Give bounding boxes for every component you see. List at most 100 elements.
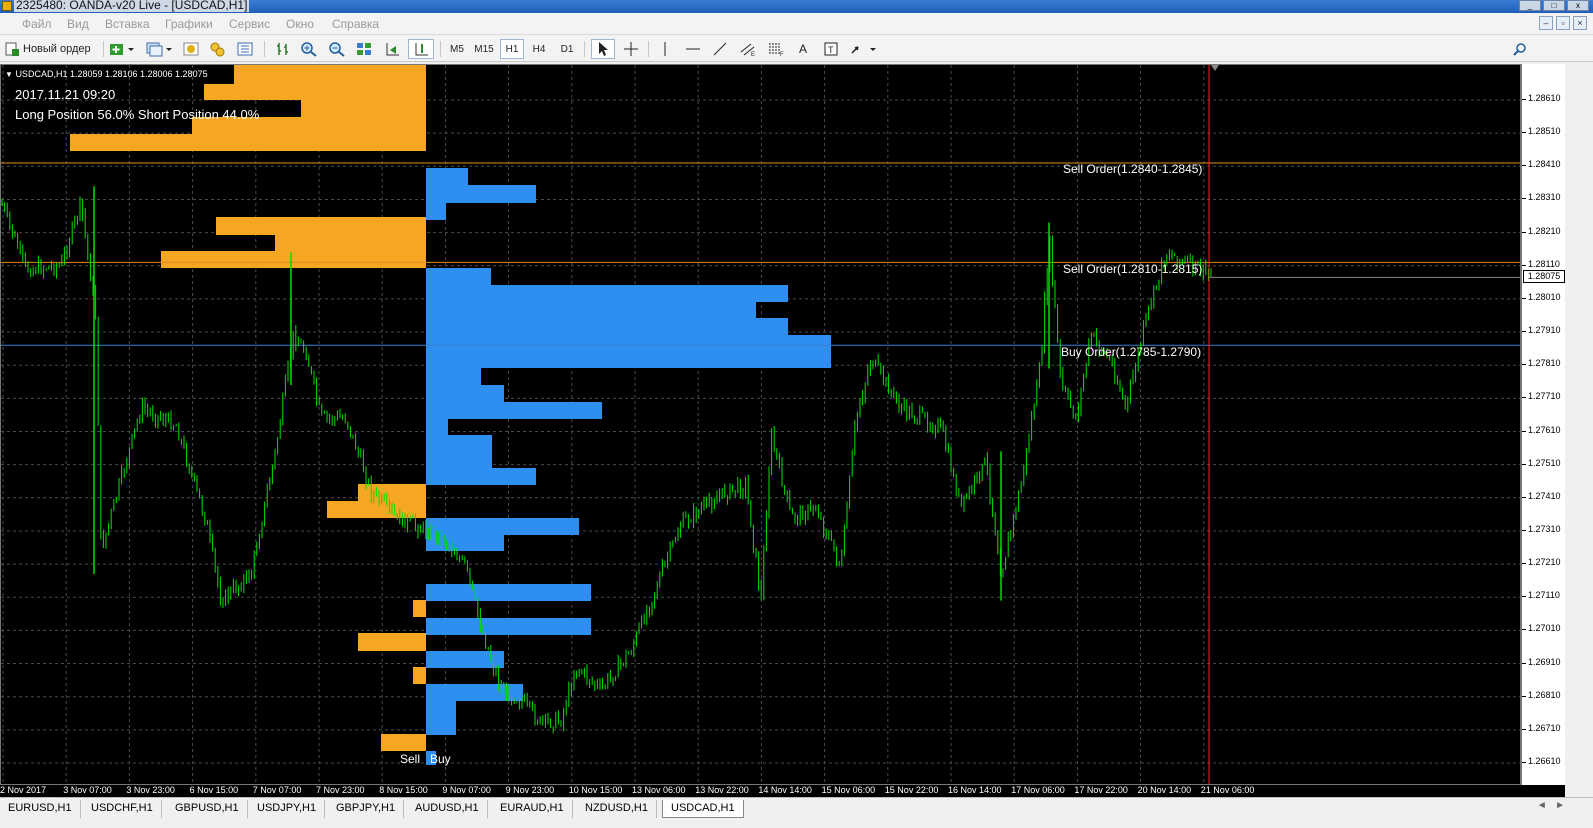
price-tick: [1522, 231, 1526, 233]
tab-usdchf[interactable]: USDCHF,H1: [83, 800, 162, 818]
menu-insert[interactable]: Вставка: [105, 17, 150, 31]
scroll-right-icon[interactable]: ►: [1555, 800, 1565, 811]
chart-shift-icon: [415, 43, 428, 56]
tf-d1-button[interactable]: D1: [556, 39, 578, 59]
minimize-button[interactable]: _: [1519, 0, 1541, 11]
navigator-icon: [210, 42, 225, 57]
time-label: 9 Nov 23:00: [505, 785, 555, 795]
mdi-restore-button[interactable]: ▫: [1556, 16, 1570, 30]
vertical-line-icon: [664, 42, 666, 56]
price-tick: [1522, 198, 1526, 200]
time-label: 7 Nov 07:00: [252, 785, 302, 795]
tab-nzdusd[interactable]: NZDUSD,H1: [577, 800, 657, 818]
menu-tools[interactable]: Сервис: [229, 17, 270, 31]
market-watch-button[interactable]: [180, 39, 202, 59]
tab-scroll-arrows[interactable]: ◄ ►: [1537, 800, 1565, 811]
cursor-tool-button[interactable]: [591, 39, 615, 59]
buy-volume-bar: [426, 368, 481, 385]
vertical-line-button[interactable]: [654, 39, 676, 59]
time-label: 13 Nov 06:00: [632, 785, 686, 795]
profiles-button[interactable]: [144, 39, 174, 59]
sell-volume-bar: [327, 501, 426, 518]
tf-m15-button[interactable]: M15: [472, 39, 496, 59]
buy-volume-bar: [426, 168, 468, 185]
mdi-close-button[interactable]: ×: [1573, 16, 1587, 30]
price-tick: [1522, 662, 1526, 664]
horizontal-line-button[interactable]: [682, 39, 704, 59]
fibonacci-button[interactable]: F: [764, 39, 788, 59]
buy-volume-bar: [426, 535, 504, 551]
new-order-button[interactable]: Новый ордер: [4, 39, 100, 59]
chart-ohlc-header: ▼ USDCAD,H1 1.28059 1.28106 1.28006 1.28…: [5, 69, 208, 79]
menu-file[interactable]: Файл: [22, 17, 52, 31]
time-label: 13 Nov 22:00: [695, 785, 749, 795]
scroll-left-icon[interactable]: ◄: [1537, 800, 1547, 811]
equidistant-channel-button[interactable]: E: [736, 39, 760, 59]
time-label: 17 Nov 06:00: [1011, 785, 1065, 795]
price-scale[interactable]: 1.28610 1.28510 1.28410 1.28310 1.28210 1.281…: [1521, 64, 1565, 785]
buy-volume-bar: [426, 618, 591, 635]
buy-side-label: Buy: [430, 752, 451, 766]
price-label: 1.27310: [1528, 523, 1561, 534]
price-tick: [1522, 364, 1526, 366]
terminal-button[interactable]: [234, 39, 256, 59]
time-label: 6 Nov 15:00: [189, 785, 239, 795]
search-button[interactable]: [1510, 39, 1530, 59]
tab-audusd[interactable]: AUDUSD,H1: [407, 800, 488, 818]
buy-volume-bar: [426, 268, 491, 285]
tf-h4-button[interactable]: H4: [528, 39, 550, 59]
price-tick: [1522, 99, 1526, 100]
tab-usdjpy[interactable]: USDJPY,H1: [249, 800, 326, 818]
time-scale[interactable]: 2 Nov 2017 3 Nov 07:00 3 Nov 23:00 6 Nov 15…: [0, 785, 1565, 797]
price-tick: [1522, 132, 1526, 134]
close-button[interactable]: x: [1567, 0, 1589, 11]
autoscroll-button[interactable]: [381, 39, 403, 59]
menu-help[interactable]: Справка: [332, 17, 379, 31]
tab-gbpusd[interactable]: GBPUSD,H1: [167, 800, 248, 818]
time-label: 3 Nov 07:00: [63, 785, 112, 795]
price-tick: [1522, 728, 1526, 730]
tf-m5-button[interactable]: M5: [446, 39, 468, 59]
maximize-button[interactable]: □: [1543, 0, 1565, 11]
sell-volume-bar: [216, 217, 426, 235]
menu-window[interactable]: Окно: [286, 17, 314, 31]
tab-usdcad[interactable]: USDCAD,H1: [662, 800, 744, 818]
crosshair-tool-button[interactable]: [620, 39, 642, 59]
price-tick: [1522, 563, 1526, 565]
mdi-minimize-button[interactable]: –: [1539, 16, 1553, 30]
text-label-button[interactable]: T: [820, 39, 842, 59]
navigator-button[interactable]: [206, 39, 228, 59]
buy-volume-bar: [426, 285, 788, 302]
new-chart-button[interactable]: [108, 39, 136, 59]
app-icon: [2, 1, 12, 11]
tab-eurusd[interactable]: EURUSD,H1: [0, 800, 81, 818]
tf-h1-button[interactable]: H1: [500, 39, 524, 59]
zoom-in-button[interactable]: [298, 39, 320, 59]
chart-collapse-icon[interactable]: ▼: [5, 70, 13, 79]
zoom-out-button[interactable]: [326, 39, 348, 59]
price-tick: [1522, 695, 1526, 697]
menu-charts[interactable]: Графики: [165, 17, 213, 31]
bar-chart-button[interactable]: [272, 39, 294, 59]
arrows-tool-button[interactable]: [848, 39, 878, 59]
text-tool-button[interactable]: A: [792, 39, 814, 59]
tile-windows-button[interactable]: [353, 39, 375, 59]
menu-view[interactable]: Вид: [67, 17, 89, 31]
trend-line-button[interactable]: [709, 39, 731, 59]
price-chart[interactable]: ▼ USDCAD,H1 1.28059 1.28106 1.28006 1.28…: [0, 64, 1521, 785]
time-label: 21 Nov 06:00: [1200, 785, 1255, 795]
terminal-icon: [237, 42, 253, 56]
tab-gbpjpy[interactable]: GBPJPY,H1: [328, 800, 405, 818]
time-label: 10 Nov 15:00: [568, 785, 623, 795]
sell-volume-bar: [358, 484, 426, 501]
sell-volume-bar: [381, 734, 426, 751]
sell-order-label-1: Sell Order(1.2840-1.2845): [1063, 162, 1203, 176]
price-tick: [1522, 629, 1526, 631]
buy-volume-bar: [426, 584, 591, 601]
sell-volume-bar: [161, 251, 426, 268]
fibonacci-icon: F: [769, 43, 784, 57]
tab-euraud[interactable]: EURAUD,H1: [492, 800, 573, 818]
zoom-in-icon: [301, 42, 317, 57]
sell-volume-bar: [301, 100, 426, 117]
chart-shift-button[interactable]: [408, 39, 434, 59]
